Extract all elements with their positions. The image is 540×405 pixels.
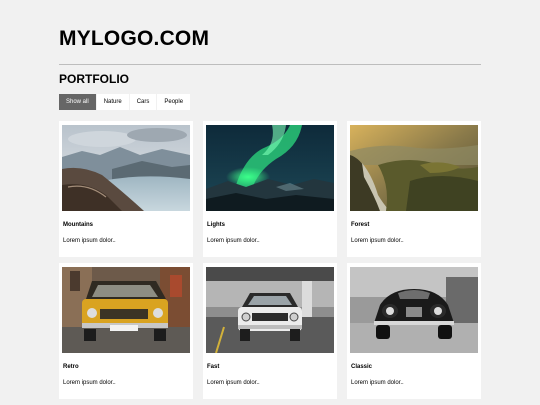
filter-cars-button[interactable]: Cars — [129, 94, 157, 110]
card-title: Fast — [207, 364, 220, 370]
white-muscle-car-photo[interactable] — [206, 267, 334, 353]
card-description: Lorem ipsum dolor.. — [207, 380, 260, 386]
card-description: Lorem ipsum dolor.. — [63, 238, 116, 244]
card-description: Lorem ipsum dolor.. — [63, 380, 116, 386]
portfolio-grid: Mountains Lorem ipsum dolor.. Lights Lor… — [59, 121, 481, 399]
forest-hills-photo[interactable] — [350, 125, 478, 211]
yellow-retro-car-photo[interactable] — [62, 267, 190, 353]
portfolio-card-lights[interactable]: Lights Lorem ipsum dolor.. — [203, 121, 337, 257]
portfolio-card-fast[interactable]: Fast Lorem ipsum dolor.. — [203, 263, 337, 399]
black-classic-car-photo[interactable] — [350, 267, 478, 353]
filter-bar: Show all Nature Cars People — [59, 94, 191, 110]
portfolio-card-forest[interactable]: Forest Lorem ipsum dolor.. — [347, 121, 481, 257]
card-description: Lorem ipsum dolor.. — [351, 380, 404, 386]
card-title: Retro — [63, 364, 79, 370]
portfolio-card-classic[interactable]: Classic Lorem ipsum dolor.. — [347, 263, 481, 399]
northern-lights-photo[interactable] — [206, 125, 334, 211]
card-description: Lorem ipsum dolor.. — [351, 238, 404, 244]
card-description: Lorem ipsum dolor.. — [207, 238, 260, 244]
card-title: Mountains — [63, 222, 93, 228]
filter-show-all-button[interactable]: Show all — [59, 94, 96, 110]
mountains-lake-photo[interactable] — [62, 125, 190, 211]
site-logo[interactable]: MYLOGO.COM — [59, 27, 209, 51]
portfolio-card-retro[interactable]: Retro Lorem ipsum dolor.. — [59, 263, 193, 399]
filter-people-button[interactable]: People — [157, 94, 191, 110]
filter-nature-button[interactable]: Nature — [96, 94, 129, 110]
header-divider — [59, 64, 481, 65]
card-title: Lights — [207, 222, 225, 228]
portfolio-card-mountains[interactable]: Mountains Lorem ipsum dolor.. — [59, 121, 193, 257]
portfolio-title: PORTFOLIO — [59, 72, 129, 86]
card-title: Classic — [351, 364, 373, 370]
card-title: Forest — [351, 222, 370, 228]
